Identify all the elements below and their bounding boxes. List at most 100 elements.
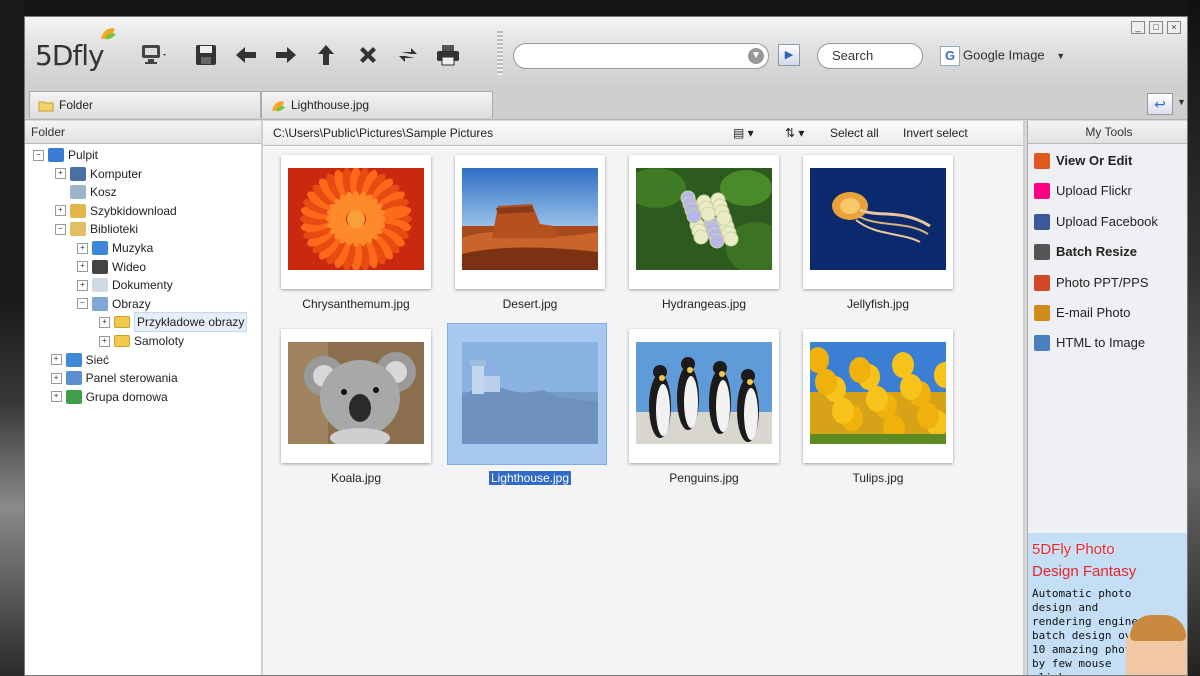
tree-item[interactable]: + Muzyka — [77, 239, 153, 257]
thumbnail-card[interactable] — [455, 329, 605, 463]
tree-item[interactable]: Kosz — [55, 183, 117, 201]
expand-icon[interactable]: + — [50, 354, 62, 366]
google-icon: G — [940, 46, 960, 66]
up-arrow-icon[interactable] — [311, 41, 341, 69]
expand-icon[interactable]: + — [50, 372, 62, 384]
thumbnail-card[interactable] — [455, 155, 605, 289]
collapse-icon[interactable]: − — [33, 149, 44, 161]
tool-item[interactable]: Photo PPT/PPS — [1034, 273, 1149, 293]
pictures-icon — [92, 296, 108, 311]
promo-banner[interactable]: 5DFly Photo Design Fantasy Automatic pho… — [1028, 533, 1187, 675]
tree-item[interactable]: + Komputer — [55, 165, 142, 183]
delete-icon[interactable] — [353, 41, 383, 69]
video-icon — [92, 259, 108, 274]
thumbnail-label[interactable]: Koala.jpg — [269, 471, 443, 485]
tool-item-label: Upload Facebook — [1056, 213, 1158, 229]
tool-item[interactable]: Batch Resize — [1034, 242, 1137, 262]
thumbnail-filename: Chrysanthemum.jpg — [302, 297, 410, 311]
html-icon — [1034, 335, 1050, 352]
address-combo[interactable]: ▼ — [513, 43, 769, 69]
collapse-icon[interactable]: − — [77, 298, 88, 310]
edit-icon — [1034, 153, 1050, 169]
thumbnail-label[interactable]: Desert.jpg — [443, 297, 617, 311]
tree-item[interactable]: + Szybkidownload — [55, 202, 177, 220]
promo-title-line2: Design Fantasy — [1032, 563, 1137, 580]
chevron-down-icon: ▼ — [1056, 51, 1066, 62]
computer-icon — [70, 166, 86, 181]
forward-arrow-icon[interactable] — [271, 41, 301, 69]
tree-item-label: Wideo — [112, 259, 147, 274]
go-button[interactable]: ▶ — [778, 44, 800, 66]
path-bar: C:\Users\Public\Pictures\Sample Pictures… — [263, 121, 1023, 146]
back-arrow-icon[interactable] — [231, 41, 261, 69]
refresh-icon[interactable] — [393, 41, 423, 69]
address-dropdown-icon[interactable]: ▼ — [748, 48, 764, 64]
tree-item[interactable]: − Biblioteki — [55, 220, 138, 238]
thumbnail-label[interactable]: Penguins.jpg — [617, 471, 791, 485]
expand-icon[interactable]: + — [77, 261, 88, 273]
search-button[interactable]: Search — [817, 43, 923, 69]
tree-item[interactable]: + Samoloty — [99, 332, 184, 350]
search-engine-selector[interactable]: G Google Image ▼ — [940, 46, 1065, 66]
close-button[interactable]: × — [1167, 21, 1181, 34]
thumbnail-label[interactable]: Chrysanthemum.jpg — [269, 297, 443, 311]
thumbnail-card[interactable] — [629, 329, 779, 463]
thumbnail-card[interactable] — [281, 329, 431, 463]
thumbnail-filename: Desert.jpg — [502, 297, 558, 311]
email-icon — [1034, 305, 1050, 321]
tree-item[interactable]: + Sieć — [50, 351, 109, 369]
expand-icon[interactable]: + — [77, 279, 88, 291]
minimize-button[interactable]: _ — [1131, 21, 1145, 34]
return-arrow-icon[interactable]: ↩ — [1147, 93, 1173, 115]
thumbnail-label[interactable]: Hydrangeas.jpg — [617, 297, 791, 311]
sort-icon[interactable]: ⇅ ▾ — [785, 126, 804, 140]
tree-item[interactable]: − Obrazy — [77, 295, 151, 313]
expand-icon[interactable]: + — [99, 335, 110, 347]
expand-icon[interactable]: + — [77, 242, 88, 254]
select-all-button[interactable]: Select all — [830, 126, 879, 140]
thumbnail-image — [810, 168, 946, 270]
tool-item[interactable]: Upload Facebook — [1034, 212, 1158, 232]
tree-item-label: Samoloty — [134, 334, 185, 348]
expand-icon[interactable]: + — [99, 316, 110, 328]
tree-item[interactable]: + Grupa domowa — [50, 388, 168, 406]
thumbnail-label[interactable]: Tulips.jpg — [791, 471, 965, 485]
thumbnail-card[interactable] — [803, 155, 953, 289]
monitor-icon[interactable] — [139, 41, 169, 69]
thumbnail-card[interactable] — [281, 155, 431, 289]
tool-item-label: HTML to Image — [1056, 335, 1146, 351]
network-icon — [65, 352, 82, 367]
right-splitter[interactable] — [1023, 121, 1025, 675]
maximize-button[interactable]: □ — [1149, 21, 1163, 34]
tool-item[interactable]: E-mail Photo — [1034, 303, 1130, 323]
tree-item-label: Panel sterowania — [85, 371, 178, 386]
expand-icon[interactable]: + — [55, 205, 66, 217]
expand-icon[interactable]: + — [50, 391, 62, 403]
flickr-icon — [1034, 183, 1050, 200]
print-icon[interactable] — [433, 41, 463, 69]
tools-panel-title: My Tools — [1028, 121, 1187, 144]
collapse-icon[interactable]: − — [55, 223, 66, 235]
tab-menu-chevron-icon[interactable]: ▼ — [1177, 97, 1186, 107]
tree-item-label: Komputer — [90, 166, 143, 181]
tool-item[interactable]: Upload Flickr — [1034, 181, 1132, 201]
tab-lighthouse-label: Lighthouse.jpg — [291, 98, 370, 112]
thumbnail-card[interactable] — [626, 155, 786, 289]
thumbnail-label[interactable]: Jellyfish.jpg — [791, 297, 965, 311]
tool-item[interactable]: View Or Edit — [1034, 151, 1132, 171]
tool-item-label: E-mail Photo — [1056, 305, 1131, 320]
tree-item[interactable]: + Przykładowe obrazy — [99, 312, 248, 333]
view-mode-icon[interactable]: ▤ ▾ — [733, 126, 754, 140]
tool-item[interactable]: HTML to Image — [1034, 333, 1145, 353]
tree-item[interactable]: + Dokumenty — [77, 276, 173, 294]
tree-item[interactable]: − Pulpit — [33, 146, 98, 164]
tab-folder[interactable]: Folder — [29, 91, 261, 118]
save-icon[interactable] — [191, 41, 221, 69]
tree-item[interactable]: + Panel sterowania — [50, 369, 178, 387]
thumbnail-card[interactable] — [803, 329, 956, 463]
tab-lighthouse[interactable]: Lighthouse.jpg — [261, 91, 493, 118]
tree-item[interactable]: + Wideo — [77, 258, 146, 276]
expand-icon[interactable]: + — [55, 168, 66, 180]
thumbnail-label[interactable]: Lighthouse.jpg — [443, 470, 617, 486]
invert-select-button[interactable]: Invert select — [903, 126, 968, 140]
